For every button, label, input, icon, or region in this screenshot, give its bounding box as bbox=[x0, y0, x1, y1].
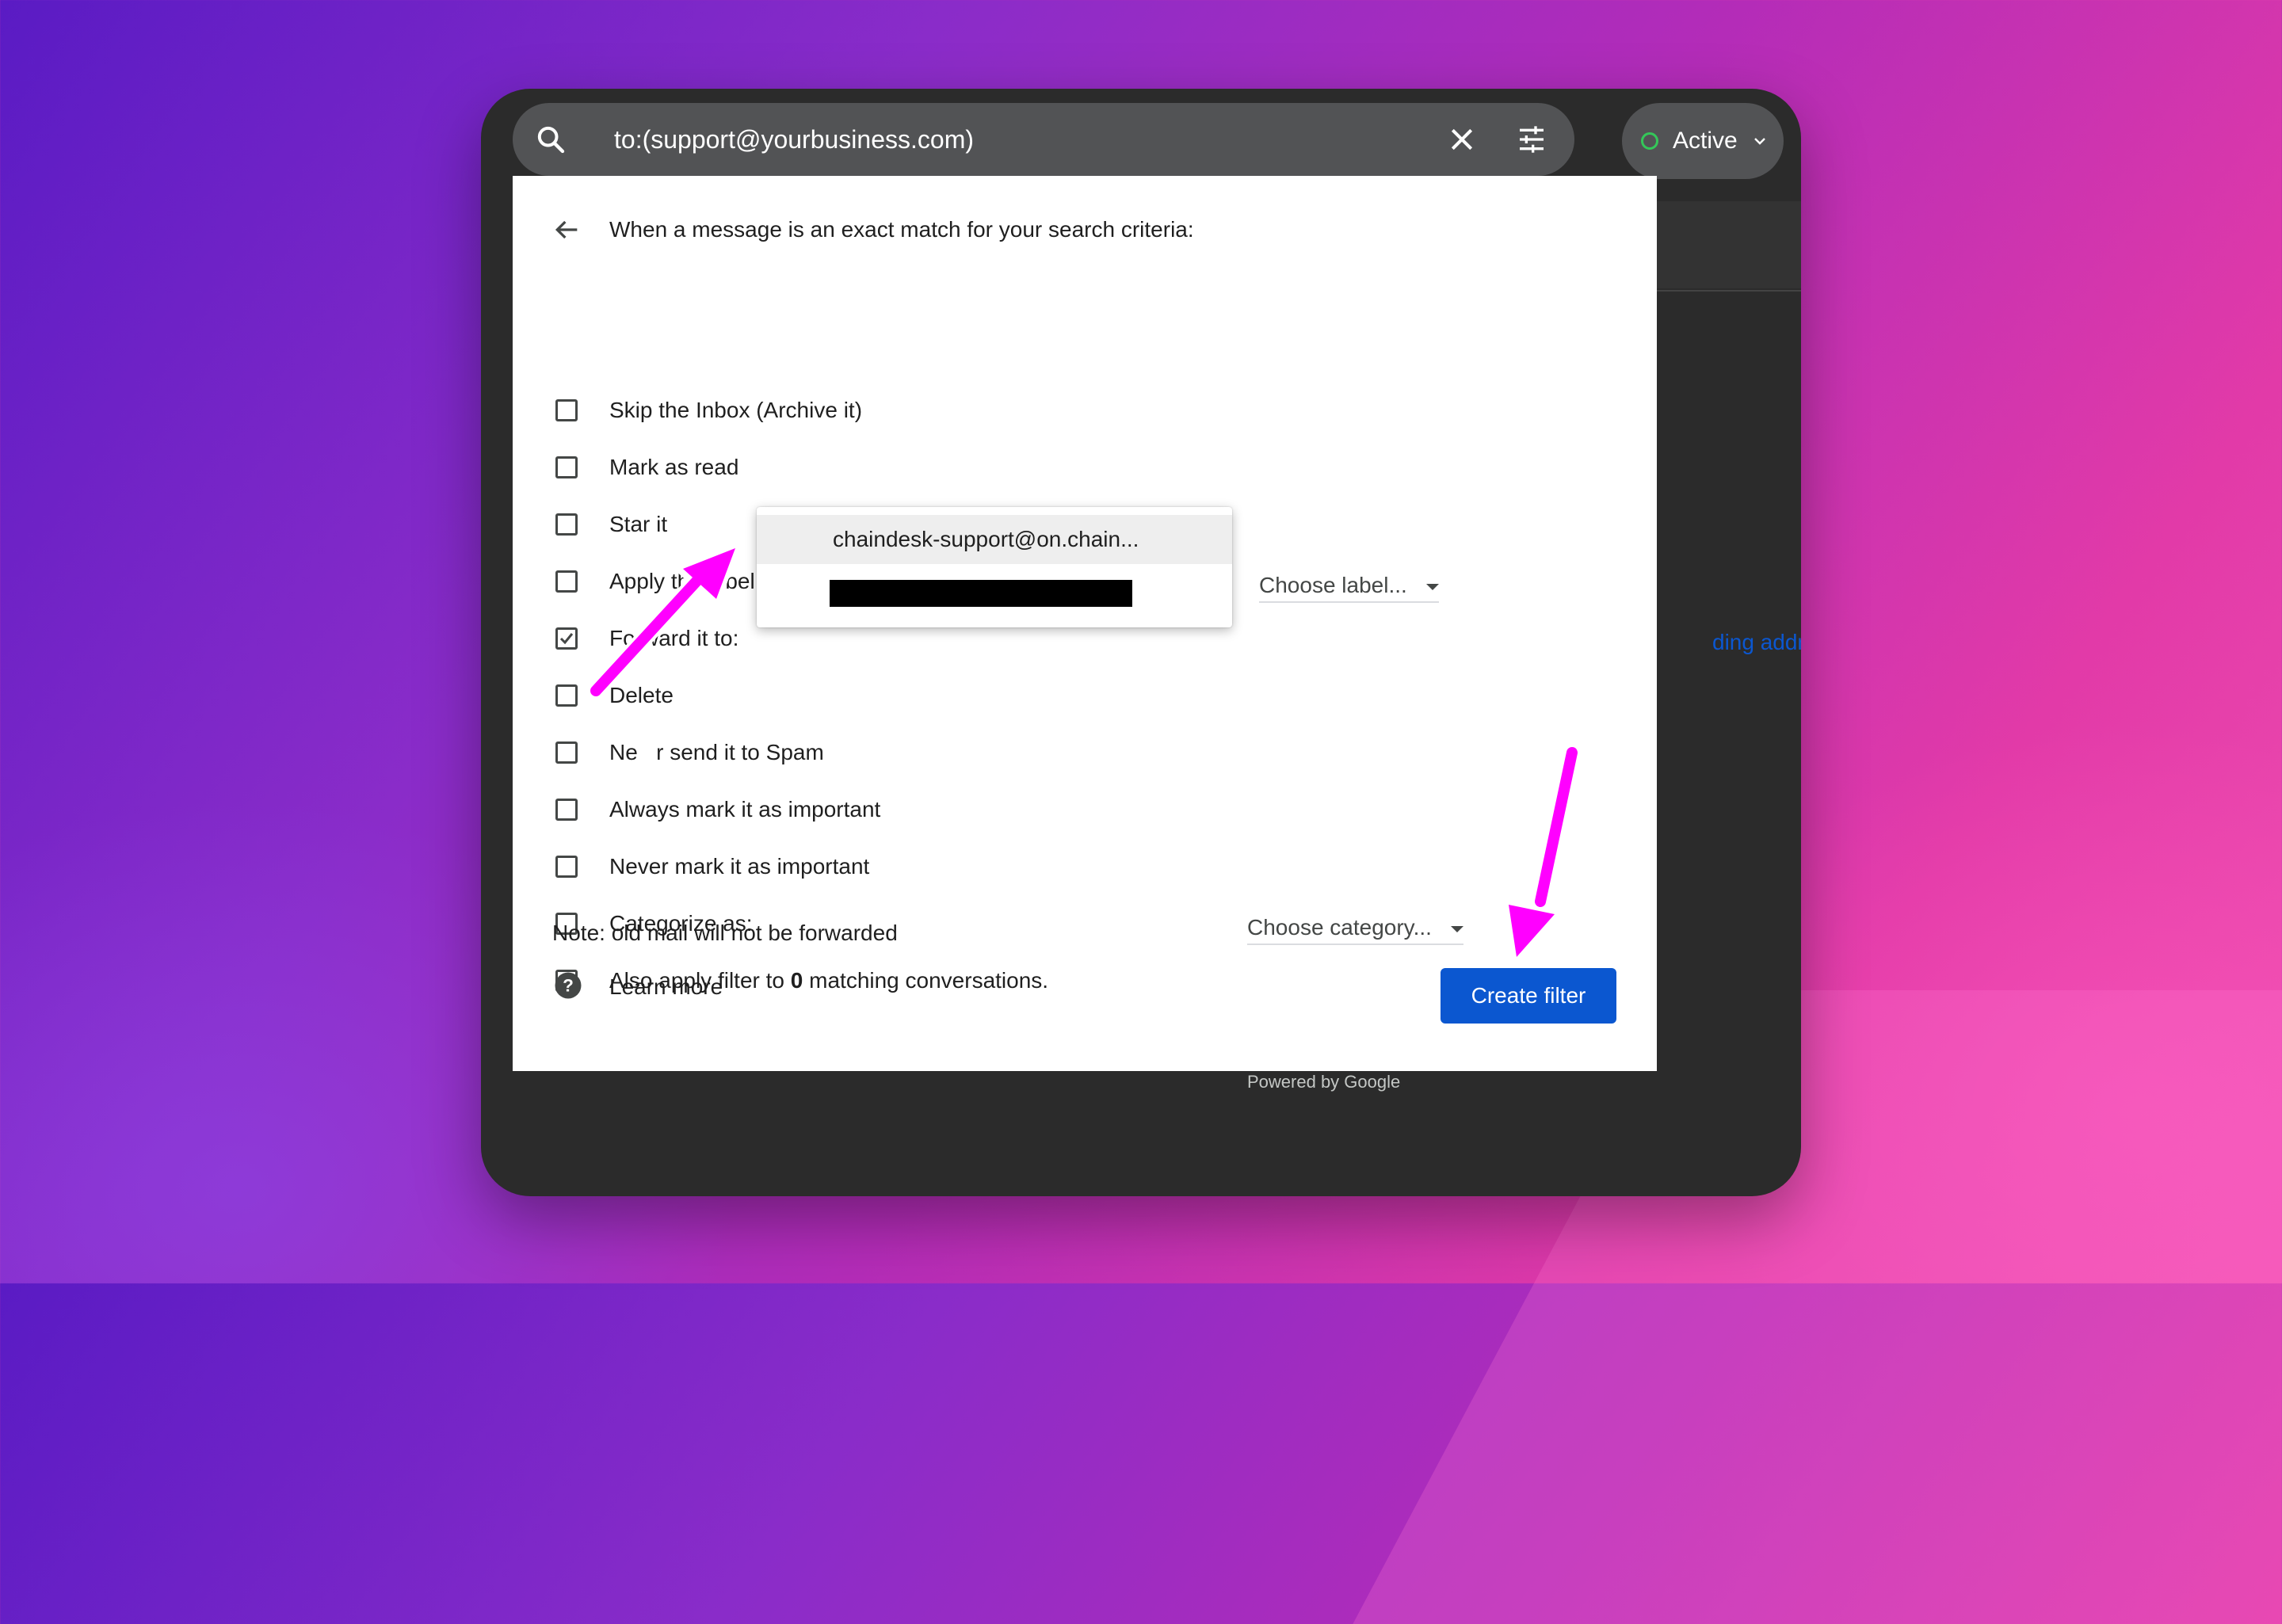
forward-address-text: chaindesk-support@on.chain... bbox=[833, 527, 1139, 551]
close-icon[interactable] bbox=[1446, 124, 1478, 155]
learn-more-link[interactable]: Learn more bbox=[609, 974, 723, 1000]
caret-down-icon bbox=[1425, 583, 1439, 590]
search-query[interactable]: to:(support@yourbusiness.com) bbox=[614, 103, 974, 176]
status-label: Active bbox=[1673, 128, 1738, 154]
checkbox-checked[interactable] bbox=[555, 627, 578, 650]
redacted-forward-address-option[interactable] bbox=[830, 580, 1132, 607]
option-label: Mark as read bbox=[609, 455, 739, 479]
also-apply-suffix: matching conversations. bbox=[803, 968, 1049, 993]
category-select-value: Choose category... bbox=[1247, 915, 1432, 940]
background-toolbar bbox=[1654, 201, 1801, 288]
option-label: Star it bbox=[609, 512, 668, 536]
option-label: Never mark it as important bbox=[609, 854, 870, 879]
status-dot bbox=[1641, 132, 1658, 150]
divider bbox=[1654, 290, 1801, 292]
help-icon[interactable]: ? bbox=[554, 971, 582, 1000]
checkbox[interactable] bbox=[555, 799, 578, 821]
matching-count: 0 bbox=[790, 968, 803, 993]
search-bar[interactable]: to:(support@yourbusiness.com) bbox=[513, 103, 1574, 176]
option-label: Apply the label: bbox=[609, 569, 761, 593]
search-icon bbox=[537, 126, 565, 154]
add-forwarding-address-link[interactable]: ding address bbox=[1712, 630, 1801, 655]
label-select-value: Choose label... bbox=[1259, 573, 1407, 597]
option-label: Skip the Inbox (Archive it) bbox=[609, 398, 863, 422]
forward-address-dropdown[interactable]: chaindesk-support@on.chain... bbox=[757, 507, 1232, 627]
chevron-down-icon bbox=[1754, 138, 1765, 145]
option-label: Always mark it as important bbox=[609, 797, 881, 822]
back-arrow-icon[interactable] bbox=[551, 214, 582, 246]
category-select[interactable]: Choose category... bbox=[1247, 915, 1463, 945]
check-icon bbox=[559, 633, 574, 645]
checkbox[interactable] bbox=[555, 913, 578, 935]
option-label: Ne r send it to Spam bbox=[609, 740, 824, 764]
filter-header: When a message is an exact match for you… bbox=[609, 217, 1194, 242]
status-chip[interactable]: Active bbox=[1622, 103, 1784, 179]
svg-text:?: ? bbox=[563, 976, 574, 996]
checkbox[interactable] bbox=[555, 856, 578, 878]
powered-by-google: Powered by Google bbox=[1247, 1072, 1401, 1092]
checkbox[interactable] bbox=[555, 684, 578, 707]
option-label: Delete bbox=[609, 683, 674, 707]
forward-address-option[interactable]: chaindesk-support@on.chain... bbox=[757, 515, 1232, 564]
gmail-window: to:(support@yourbusiness.com) Active Whe… bbox=[481, 89, 1801, 1196]
checkbox[interactable] bbox=[555, 513, 578, 536]
option-label: Categorize as: bbox=[609, 911, 753, 936]
checkbox[interactable] bbox=[555, 570, 578, 593]
label-select[interactable]: Choose label... bbox=[1259, 573, 1439, 603]
caret-down-icon bbox=[1450, 925, 1463, 932]
option-label: Forward it to: bbox=[609, 626, 739, 650]
checkbox[interactable] bbox=[555, 456, 578, 478]
create-filter-button[interactable]: Create filter bbox=[1441, 968, 1616, 1024]
checkbox[interactable] bbox=[555, 741, 578, 764]
tune-icon[interactable] bbox=[1516, 124, 1547, 155]
checkbox[interactable] bbox=[555, 399, 578, 421]
